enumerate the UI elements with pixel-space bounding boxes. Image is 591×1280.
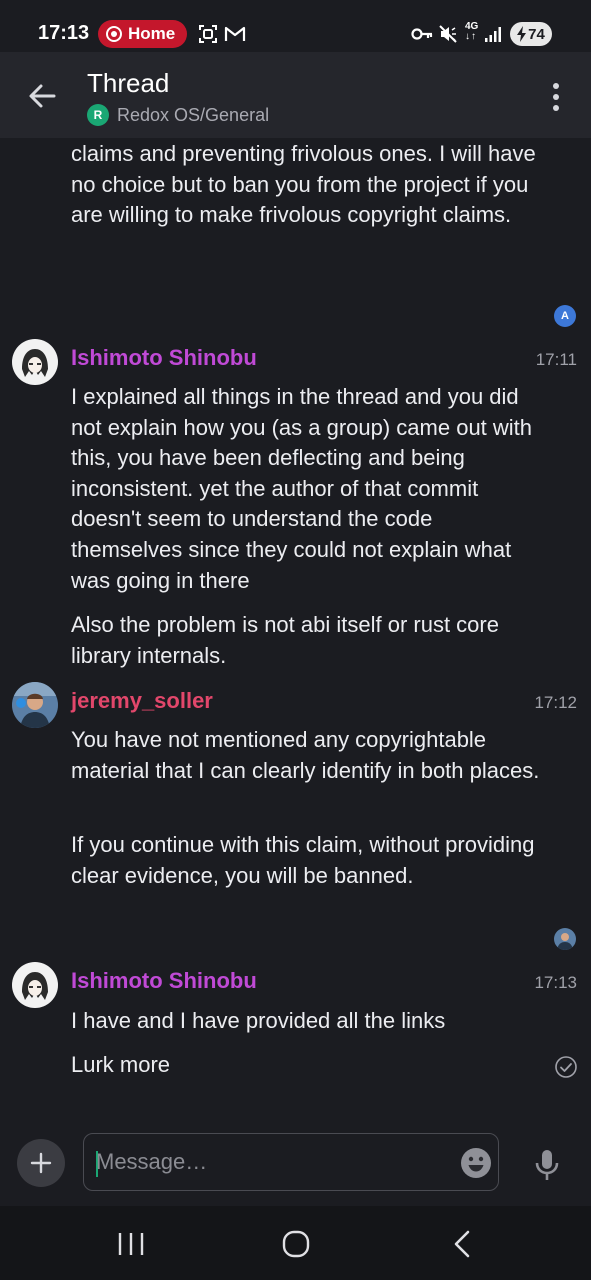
room-avatar: R xyxy=(87,104,109,126)
signal-icon xyxy=(485,27,501,42)
user-avatar-icon xyxy=(554,928,576,950)
home-label: Home xyxy=(128,24,176,43)
record-icon xyxy=(106,26,122,42)
message-body: If you continue with this claim, without… xyxy=(71,832,535,888)
message-timestamp: 17:11 xyxy=(535,350,577,369)
recent-apps-icon[interactable] xyxy=(111,1224,151,1264)
sender-name[interactable]: Ishimoto Shinobu xyxy=(71,345,257,371)
avatar[interactable] xyxy=(12,682,58,728)
microphone-icon[interactable] xyxy=(532,1148,562,1182)
message-timeline[interactable]: claims and preventing frivolous ones. I … xyxy=(0,138,591,1128)
home-icon[interactable] xyxy=(276,1224,316,1264)
status-time: 17:13 xyxy=(38,22,90,44)
message-body: Also the problem is not abi itself or ru… xyxy=(71,612,499,668)
back-icon[interactable] xyxy=(443,1224,483,1264)
message-timestamp: 17:13 xyxy=(534,973,577,992)
message-timestamp: 17:12 xyxy=(534,693,577,712)
mute-icon xyxy=(439,25,457,43)
system-nav-bar xyxy=(0,1206,591,1280)
message-body: You have not mentioned any copyrightable… xyxy=(71,727,540,783)
message-composer xyxy=(0,1128,591,1206)
charging-icon xyxy=(517,26,527,42)
network-type: 4G ↓↑ xyxy=(465,21,479,42)
message-input-box[interactable] xyxy=(83,1133,499,1191)
back-arrow-icon[interactable] xyxy=(24,78,60,114)
sender-name[interactable]: jeremy_soller xyxy=(71,688,213,714)
screenshot-icon xyxy=(199,25,217,43)
message-body: Lurk more xyxy=(71,1052,171,1077)
vpn-key-icon xyxy=(411,28,433,40)
room-breadcrumb[interactable]: R Redox OS/General xyxy=(87,104,269,126)
page-title: Thread xyxy=(87,68,170,98)
room-name: Redox OS/General xyxy=(117,104,270,125)
read-receipt-avatar[interactable] xyxy=(554,928,576,950)
read-receipt-avatar[interactable]: A xyxy=(554,305,576,327)
plus-icon xyxy=(30,1152,52,1174)
message-body: I explained all things in the thread and… xyxy=(71,384,533,593)
user-avatar-icon xyxy=(12,682,58,728)
check-circle-icon xyxy=(555,1056,577,1078)
battery-level: 74 xyxy=(528,25,545,43)
message-body: I have and I have provided all the links xyxy=(71,1008,446,1033)
status-bar: 17:13 Home 4G ↓↑ 74 xyxy=(0,0,591,52)
more-options-icon[interactable] xyxy=(546,80,566,114)
user-avatar-icon xyxy=(12,339,58,385)
sender-name[interactable]: Ishimoto Shinobu xyxy=(71,968,257,994)
message-input[interactable] xyxy=(96,1146,446,1178)
emoji-icon[interactable] xyxy=(460,1147,492,1179)
avatar[interactable] xyxy=(12,339,58,385)
gmail-icon xyxy=(224,26,246,41)
battery-indicator: 74 xyxy=(510,22,552,46)
avatar[interactable] xyxy=(12,962,58,1008)
message-body: claims and preventing frivolous ones. I … xyxy=(71,141,536,228)
add-attachment-button[interactable] xyxy=(17,1139,65,1187)
app-bar: Thread R Redox OS/General xyxy=(0,52,591,138)
home-pill[interactable]: Home xyxy=(98,20,188,48)
user-avatar-icon xyxy=(12,962,58,1008)
